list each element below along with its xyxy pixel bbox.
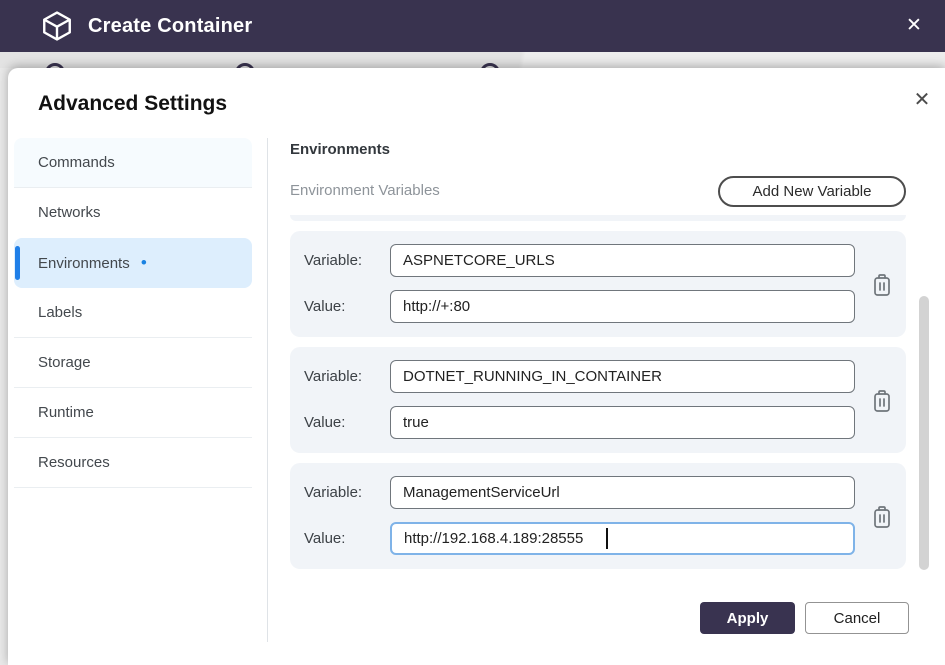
sidebar-item-storage[interactable]: Storage — [14, 338, 252, 388]
value-label: Value: — [304, 522, 384, 555]
variable-name-input[interactable] — [390, 360, 855, 393]
delete-variable-button[interactable] — [870, 388, 894, 414]
sidebar-item-label: Resources — [38, 454, 110, 471]
delete-variable-button[interactable] — [870, 272, 894, 298]
sidebar-item-label: Commands — [38, 154, 115, 171]
sidebar-item-label: Networks — [38, 204, 101, 221]
variable-name-input[interactable] — [390, 244, 855, 277]
variable-label: Variable: — [304, 244, 384, 277]
app-header: Create Container ✕ — [0, 0, 945, 52]
variable-label: Variable: — [304, 476, 384, 509]
sidebar-item-runtime[interactable]: Runtime — [14, 388, 252, 438]
trash-icon — [870, 388, 894, 414]
variable-label: Variable: — [304, 360, 384, 393]
window-title: Create Container — [88, 0, 252, 52]
env-variable-card: Variable: Value: — [290, 231, 906, 337]
variable-value-input-focused[interactable] — [390, 522, 855, 555]
sidebar-item-commands[interactable]: Commands — [14, 138, 252, 188]
sidebar-item-labels[interactable]: Labels — [14, 288, 252, 338]
sidebar-item-networks[interactable]: Networks — [14, 188, 252, 238]
sidebar-item-label: Storage — [38, 354, 91, 371]
vertical-scrollbar-thumb[interactable] — [919, 296, 929, 570]
delete-variable-button[interactable] — [870, 504, 894, 530]
text-cursor — [606, 528, 608, 549]
value-label: Value: — [304, 406, 384, 439]
env-variable-card: Variable: Value: — [290, 347, 906, 453]
container-cube-icon — [40, 9, 74, 43]
sidebar-divider — [267, 138, 268, 642]
window-close-icon[interactable]: ✕ — [901, 13, 927, 39]
sidebar-item-resources[interactable]: Resources — [14, 438, 252, 488]
partial-card-above — [290, 215, 906, 221]
selected-indicator-bar — [15, 246, 20, 280]
modified-dot-icon: • — [141, 253, 147, 272]
settings-sidebar: Commands Networks Environments • Labels … — [14, 138, 260, 488]
advanced-settings-modal: Advanced Settings ✕ Commands Networks En… — [8, 68, 945, 665]
variable-value-input[interactable] — [390, 406, 855, 439]
modal-title: Advanced Settings — [38, 92, 227, 116]
env-variable-card: Variable: Value: — [290, 463, 906, 569]
cancel-button[interactable]: Cancel — [805, 602, 909, 634]
sidebar-item-label: Labels — [38, 304, 82, 321]
add-new-variable-button[interactable]: Add New Variable — [718, 176, 906, 207]
variable-value-input[interactable] — [390, 290, 855, 323]
trash-icon — [870, 272, 894, 298]
value-label: Value: — [304, 290, 384, 323]
variables-scroll-area: Variable: Value: Variable: Value: — [290, 212, 906, 572]
sidebar-item-label: Environments — [38, 255, 130, 272]
env-variables-label: Environment Variables — [290, 182, 440, 199]
sidebar-item-label: Runtime — [38, 404, 94, 421]
sidebar-item-environments[interactable]: Environments • — [14, 238, 252, 288]
section-heading: Environments — [290, 141, 390, 158]
apply-button[interactable]: Apply — [700, 602, 795, 634]
trash-icon — [870, 504, 894, 530]
variable-name-input[interactable] — [390, 476, 855, 509]
wizard-strip — [0, 52, 945, 68]
modal-close-icon[interactable]: ✕ — [908, 86, 936, 114]
